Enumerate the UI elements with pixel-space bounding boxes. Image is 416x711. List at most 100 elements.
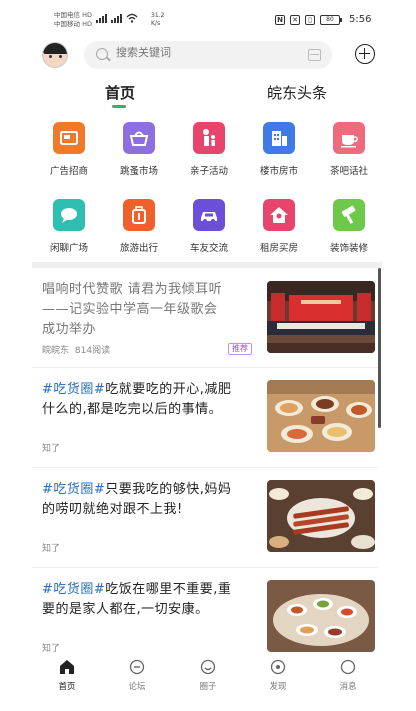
category-chat-square[interactable]: 闲聊广场	[34, 199, 104, 254]
hashtag[interactable]: #吃货圈#	[42, 582, 105, 597]
title-line: 唱响时代赞歌 请君为我倾耳听	[42, 282, 223, 297]
category-label: 跳蚤市场	[119, 166, 158, 177]
feed-card-post[interactable]: #吃货圈#只要我吃的够快,妈妈 的唠叨就绝对跟不上我! 知了	[32, 468, 378, 568]
carrier-labels: 中国电信 HD 中国移动 HD	[54, 11, 92, 29]
paint-roller-icon	[333, 199, 365, 231]
post-author: 知了	[42, 444, 61, 454]
article-thumbnail[interactable]	[267, 281, 375, 353]
search-bar[interactable]	[84, 41, 332, 69]
search-icon	[96, 48, 108, 60]
vibrate-icon: ▯	[305, 14, 315, 25]
signal-icon	[96, 13, 107, 23]
chat-bubble-icon	[53, 199, 85, 231]
signal-icons	[96, 13, 138, 23]
tab-home[interactable]: 首页	[70, 82, 170, 103]
signal-icon	[111, 13, 122, 23]
nav-discover[interactable]: 发现	[248, 659, 308, 692]
post-thumbnail[interactable]	[267, 480, 375, 552]
status-right: N ✕ ▯ 80 5:56	[275, 14, 371, 25]
category-label: 闲聊广场	[49, 243, 88, 254]
title-line: 成功举办	[42, 322, 97, 337]
home-icon	[59, 659, 75, 675]
message-icon	[340, 659, 356, 675]
feed-card-post[interactable]: #吃货圈#吃就要吃的开心,减肥 什么的,都是吃完以后的事情。 知了	[32, 368, 378, 468]
post-thumbnail[interactable]	[267, 580, 375, 652]
battery-level: 80	[326, 15, 334, 23]
nav-label: 圈子	[199, 682, 217, 692]
basket-icon	[123, 122, 155, 154]
category-travel[interactable]: 旅游出行	[104, 199, 174, 254]
network-speed: 31.2 K/s	[151, 12, 164, 28]
category-label: 茶吧话社	[329, 166, 368, 177]
nav-circle[interactable]: 圈子	[178, 659, 238, 692]
tab-indicator	[112, 105, 126, 108]
avatar-hair	[43, 43, 67, 54]
post-line: #吃货圈#只要我吃的够快,妈妈	[42, 480, 262, 500]
scan-icon[interactable]	[308, 49, 321, 61]
feed-scrollbar[interactable]	[378, 268, 381, 428]
house-icon	[263, 199, 295, 231]
network-speed-value: 31.2	[151, 12, 165, 19]
title-line: ——记实验中学高一年级歌会	[42, 302, 218, 317]
article-title: 唱响时代赞歌 请君为我倾耳听 ——记实验中学高一年级歌会 成功举办	[42, 280, 262, 340]
nav-label: 发现	[269, 682, 287, 692]
nav-messages[interactable]: 消息	[318, 659, 378, 692]
article-reads: 814阅读	[74, 346, 111, 356]
post-text: #吃货圈#吃就要吃的开心,减肥 什么的,都是吃完以后的事情。	[42, 380, 262, 420]
battery-icon: 80	[320, 14, 342, 25]
tab-wandong-headlines[interactable]: 皖东头条	[247, 82, 347, 103]
suitcase-icon	[123, 199, 155, 231]
hashtag[interactable]: #吃货圈#	[42, 382, 105, 397]
advertising-icon	[53, 122, 85, 154]
avatar[interactable]	[42, 42, 68, 68]
post-text: #吃货圈#只要我吃的够快,妈妈 的唠叨就绝对跟不上我!	[42, 480, 262, 520]
category-label: 亲子活动	[189, 166, 228, 177]
category-label: 租房买房	[259, 243, 298, 254]
category-parent-child[interactable]: 亲子活动	[174, 122, 244, 177]
category-label: 广告招商	[49, 166, 88, 177]
nav-home[interactable]: 首页	[37, 659, 97, 692]
forum-icon	[129, 659, 145, 675]
status-bar: 中国电信 HD 中国移动 HD 31.2 K/s N ✕ ▯ 80 5:56	[0, 0, 416, 38]
nav-label: 首页	[58, 682, 76, 692]
clock: 5:56	[349, 14, 372, 25]
tea-cup-icon	[333, 122, 365, 154]
article-meta: 皖皖东 814阅读	[42, 343, 110, 356]
category-label: 楼市房市	[259, 166, 298, 177]
post-thumbnail[interactable]	[267, 380, 375, 452]
feed-card-article[interactable]: 唱响时代赞歌 请君为我倾耳听 ——记实验中学高一年级歌会 成功举办 皖皖东 81…	[32, 268, 378, 368]
search-input[interactable]	[116, 46, 296, 59]
hashtag[interactable]: #吃货圈#	[42, 482, 105, 497]
network-speed-unit: K/s	[151, 20, 161, 27]
mute-icon: ✕	[290, 14, 300, 25]
nav-forum[interactable]: 论坛	[107, 659, 167, 692]
carrier-1: 中国电信 HD	[54, 11, 92, 19]
category-label: 车友交流	[189, 243, 228, 254]
parent-child-icon	[193, 122, 225, 154]
car-icon	[193, 199, 225, 231]
category-decoration[interactable]: 装饰装修	[314, 199, 384, 254]
post-line: #吃货圈#吃就要吃的开心,减肥	[42, 380, 262, 400]
wifi-icon	[126, 13, 138, 23]
post-line: 什么的,都是吃完以后的事情。	[42, 402, 223, 417]
avatar-face	[49, 55, 52, 58]
nav-label: 消息	[339, 682, 357, 692]
category-flea-market[interactable]: 跳蚤市场	[104, 122, 174, 177]
post-line-text: 吃饭在哪里不重要,重	[105, 582, 232, 597]
article-source: 皖皖东	[42, 346, 70, 356]
category-label: 装饰装修	[329, 243, 368, 254]
circle-icon	[200, 659, 216, 675]
building-icon	[263, 122, 295, 154]
category-real-estate[interactable]: 楼市房市	[244, 122, 314, 177]
post-author: 知了	[42, 644, 61, 652]
feed-card-post[interactable]: #吃货圈#吃饭在哪里不重要,重 要的是家人都在,一切安康。 知了	[32, 568, 378, 652]
category-car-club[interactable]: 车友交流	[174, 199, 244, 254]
add-icon[interactable]	[355, 44, 375, 64]
category-tea-bar[interactable]: 茶吧话社	[314, 122, 384, 177]
nfc-icon: N	[275, 14, 285, 25]
category-advertising[interactable]: 广告招商	[34, 122, 104, 177]
category-rent-buy[interactable]: 租房买房	[244, 199, 314, 254]
post-line: 的唠叨就绝对跟不上我!	[42, 502, 183, 517]
recommend-badge: 推荐	[228, 343, 252, 355]
post-line-text: 吃就要吃的开心,减肥	[105, 382, 232, 397]
